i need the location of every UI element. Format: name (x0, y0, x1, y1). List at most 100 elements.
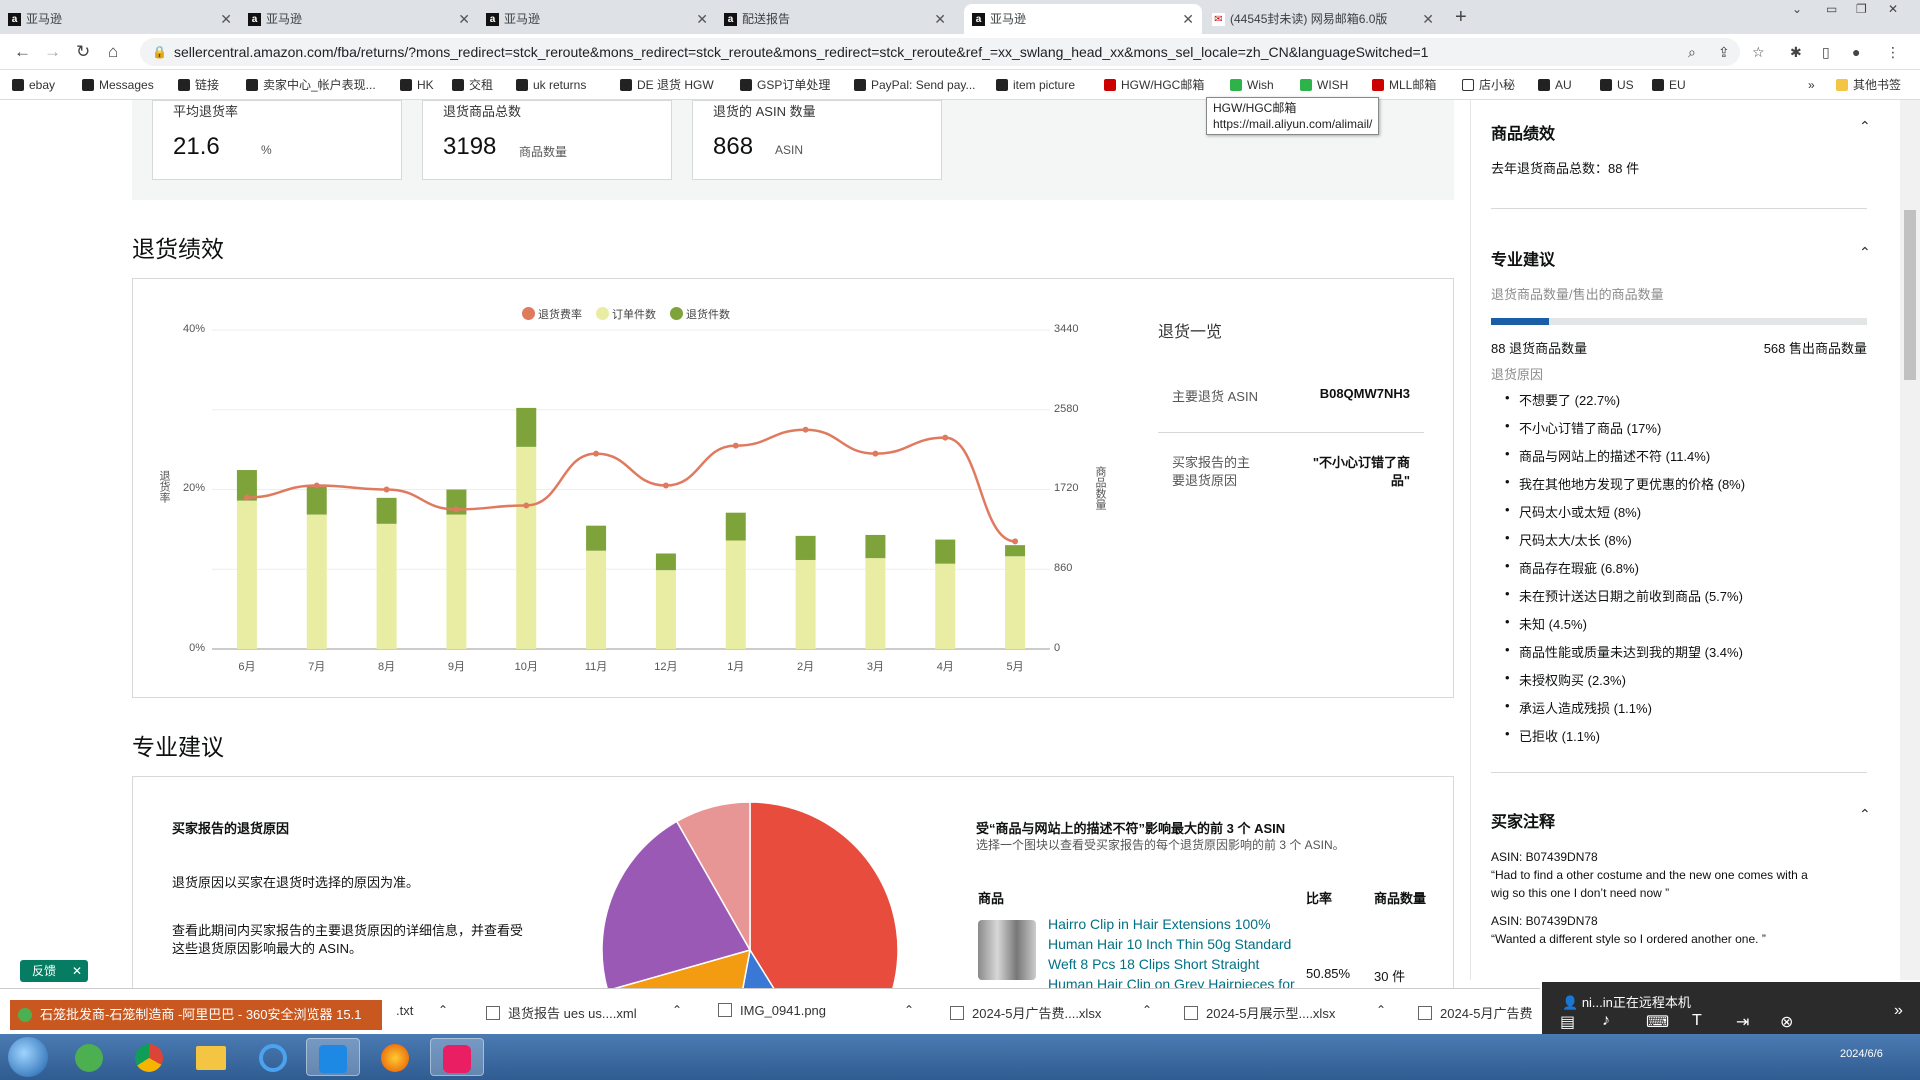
col-product: 商品 (978, 891, 1005, 906)
file-explorer-icon[interactable] (184, 1038, 238, 1076)
chat-icon[interactable]: ▤ (1560, 1012, 1575, 1032)
reasons-title: 退货原因 (1491, 367, 1544, 382)
orders-bar (446, 514, 467, 649)
chevron-up-icon[interactable]: ⌃ (1142, 1003, 1152, 1017)
download-item[interactable]: 2024-5月展示型....xlsx ⌃ (1184, 1003, 1386, 1022)
download-item[interactable]: 2024-5月广告费....xlsx ⌃ (950, 1003, 1152, 1022)
x-tick-label: 5月 (1006, 661, 1024, 673)
reason-item: 我在其他地方发现了更优惠的价格 (8%) (1505, 474, 1745, 493)
top-reason-value-l2: 品" (1390, 473, 1410, 488)
clock[interactable]: 2024/6/6 (1840, 1048, 1883, 1060)
reasons-description: 退货原因以买家在退货时选择的原因为准。 (172, 875, 420, 890)
chevron-up-icon[interactable]: ⌃ (1859, 244, 1871, 261)
return-reasons-pie[interactable] (590, 800, 910, 990)
summary-title: 退货一览 (1158, 324, 1223, 341)
col-rate: 比率 (1306, 891, 1333, 906)
orders-bar (516, 446, 537, 649)
x-tick-label: 11月 (584, 661, 608, 673)
reason-item: 商品存在瑕疵 (6.8%) (1505, 558, 1639, 577)
comment-text-l1: “Wanted a different style so I ordered a… (1491, 932, 1766, 946)
returns-bar (586, 525, 607, 551)
file-transfer-icon[interactable]: ⇥ (1736, 1012, 1749, 1032)
reason-item: 已拒收 (1.1%) (1505, 726, 1600, 745)
return-rate-point (243, 494, 250, 501)
scrollbar-thumb[interactable] (1904, 210, 1916, 380)
product-thumbnail[interactable] (978, 920, 1036, 980)
return-rate-point (802, 426, 809, 433)
x-tick-label: 9月 (447, 661, 465, 673)
file-icon (486, 1006, 500, 1020)
x-tick-label: 3月 (866, 661, 884, 673)
returned-count-label: 88 退货商品数量 (1491, 341, 1588, 356)
reason-item: 未知 (4.5%) (1505, 614, 1587, 633)
x-tick-label: 12月 (654, 661, 678, 673)
text-icon[interactable]: T (1692, 1012, 1702, 1030)
orders-bar (655, 570, 676, 649)
close-circle-icon[interactable]: ⊗ (1780, 1012, 1793, 1032)
orders-bar (1005, 556, 1026, 649)
return-rate-point (732, 442, 739, 449)
chevron-up-icon[interactable]: ⌃ (1859, 118, 1871, 135)
excel-file-icon (1184, 1006, 1198, 1020)
summary-divider (1158, 432, 1424, 433)
download-item[interactable]: 退货报告 ues us....xml ⌃ (486, 1003, 682, 1022)
reason-item: 不小心订错了商品 (17%) (1505, 418, 1661, 437)
return-rate-point (872, 450, 879, 457)
comment-text-l2: wig so this one I don’t need now ” (1491, 886, 1670, 900)
ie-browser-icon[interactable] (62, 1038, 116, 1076)
returns-bar (1005, 545, 1026, 557)
feedback-button[interactable]: 反馈 ✕ (20, 960, 88, 982)
chevron-up-icon[interactable]: ⌃ (904, 1003, 914, 1017)
reasons-heading: 买家报告的退货原因 (172, 821, 290, 836)
returns-bar (865, 534, 886, 559)
chevron-up-icon[interactable]: ⌃ (1376, 1003, 1386, 1017)
pie-slice[interactable] (749, 801, 899, 990)
return-rate-point (942, 434, 949, 441)
orders-bar (236, 500, 257, 649)
page-scrollbar[interactable] (1900, 100, 1920, 980)
ie-icon[interactable] (246, 1038, 300, 1076)
taskbar-notification[interactable]: 石笼批发商-石笼制造商 -阿里巴巴 - 360安全浏览器 15.1 (10, 1000, 382, 1030)
top-asins-sub: 选择一个图块以查看受买家报告的每个退货原因影响的前 3 个 ASIN。 (976, 838, 1345, 852)
product-count: 30 件 (1374, 969, 1406, 984)
close-icon[interactable]: ✕ (72, 960, 82, 982)
app-icon[interactable] (430, 1038, 484, 1076)
orders-bar (306, 514, 327, 649)
reason-item: 商品与网站上的描述不符 (11.4%) (1505, 446, 1710, 465)
return-ratio-fill (1491, 318, 1550, 325)
product-perf-title: 商品绩效 (1491, 126, 1556, 143)
sold-count-label: 568 售出商品数量 (1763, 341, 1867, 356)
chevron-right-icon[interactable]: » (1894, 1002, 1903, 1020)
download-item[interactable]: .txt ⌃ (396, 1003, 448, 1018)
chevron-up-icon[interactable]: ⌃ (438, 1003, 448, 1017)
product-link[interactable]: Hairro Clip in Hair Extensions 100% Huma… (1048, 914, 1298, 994)
todesk-icon[interactable] (306, 1038, 360, 1076)
returns-bar (935, 539, 956, 564)
comment-asin: ASIN: B07439DN78 (1491, 914, 1598, 928)
returns-bar (306, 486, 327, 515)
download-item[interactable]: 2024-5月广告费 (1418, 1003, 1532, 1022)
product-rate: 50.85% (1306, 966, 1351, 981)
user-icon: 👤 (1562, 995, 1582, 1010)
chrome-icon[interactable] (122, 1038, 176, 1076)
comment-text-l1: “Had to find a other costume and the new… (1491, 868, 1808, 882)
keyboard-icon[interactable]: ⌨ (1646, 1012, 1669, 1032)
return-rate-point (453, 506, 460, 513)
x-tick-label: 10月 (514, 661, 538, 673)
reason-item: 未授权购买 (2.3%) (1505, 670, 1626, 689)
reason-item: 承运人造成残损 (1.1%) (1505, 698, 1652, 717)
firefox-icon[interactable] (368, 1038, 422, 1076)
x-tick-label: 7月 (308, 661, 326, 673)
chevron-up-icon[interactable]: ⌃ (672, 1003, 682, 1017)
return-rate-point (313, 482, 320, 489)
chevron-up-icon[interactable]: ⌃ (1859, 806, 1871, 823)
excel-file-icon (1418, 1006, 1432, 1020)
x-tick-label: 1月 (727, 661, 745, 673)
download-item[interactable]: IMG_0941.png ⌃ (718, 1003, 914, 1018)
reason-item: 未在预计送达日期之前收到商品 (5.7%) (1505, 586, 1743, 605)
top-reason-label-l1: 买家报告的主 (1172, 455, 1251, 470)
returns-bar (725, 512, 746, 541)
microphone-icon[interactable]: ♪ (1602, 1012, 1610, 1030)
orders-bar (935, 563, 956, 649)
windows-start-icon[interactable] (8, 1037, 48, 1077)
